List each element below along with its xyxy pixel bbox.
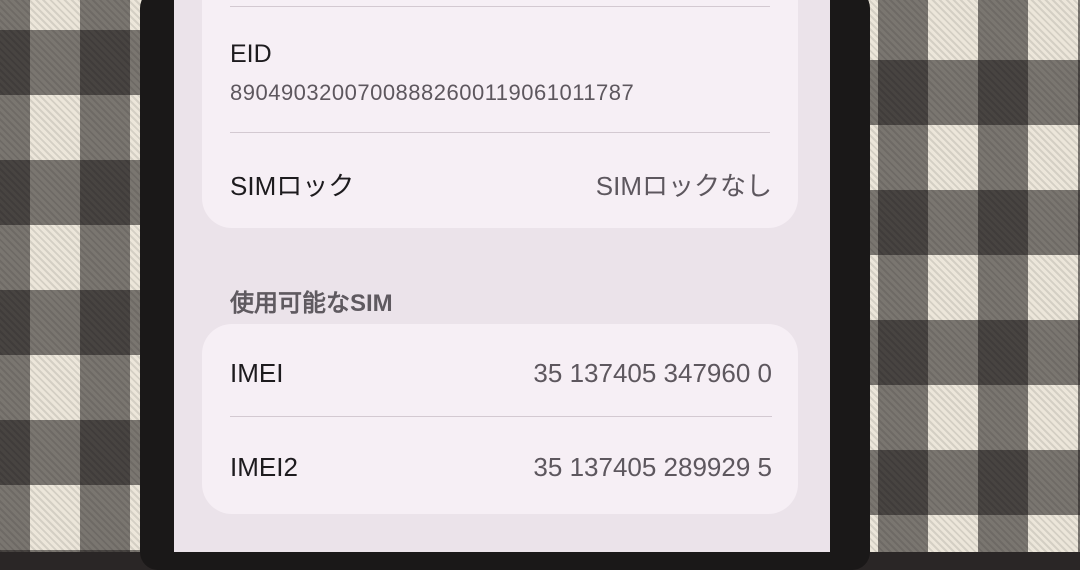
eid-label: EID [230, 40, 272, 68]
fabric-background-left [0, 0, 150, 552]
imei2-label: IMEI2 [230, 452, 298, 482]
imei-label: IMEI [230, 358, 284, 388]
imei-value[interactable]: 35 137405 347960 0 [533, 358, 772, 389]
fabric-background-right [868, 0, 1080, 552]
imei2-value[interactable]: 35 137405 289929 5 [533, 452, 772, 483]
eid-value: 89049032007008882600119061011787 [230, 80, 635, 105]
available-sim-header: 使用可能なSIM [230, 290, 393, 317]
sim-lock-value: SIMロックなし [595, 171, 772, 201]
divider [230, 6, 770, 7]
available-sim-group [202, 324, 798, 514]
divider [230, 416, 772, 417]
divider [230, 132, 770, 133]
sim-lock-label: SIMロック [230, 171, 355, 201]
